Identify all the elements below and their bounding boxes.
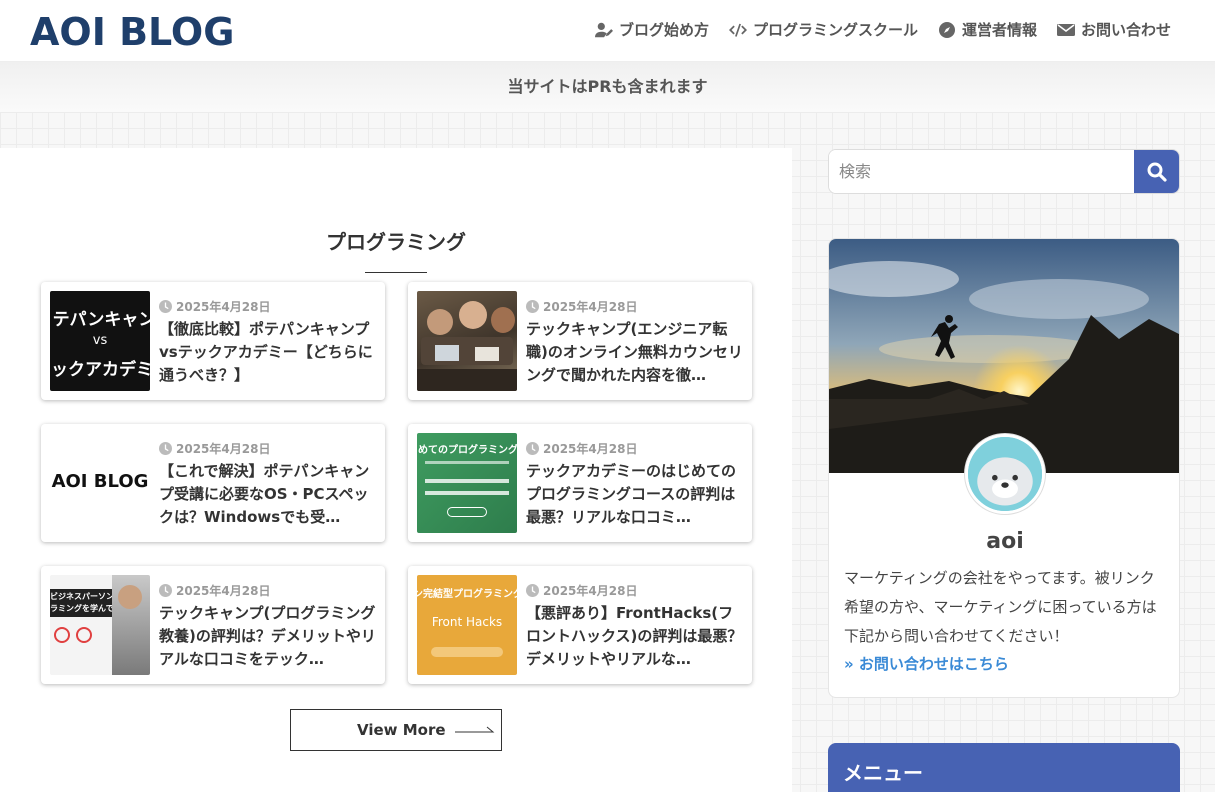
clock-icon bbox=[159, 300, 172, 313]
thumb-text: Front Hacks bbox=[431, 615, 503, 629]
compass-icon bbox=[938, 21, 955, 38]
clock-icon bbox=[159, 442, 172, 455]
article-card[interactable]: 2025年4月28日 テックキャンプ(エンジニア転職)のオンライン無料カウンセリ… bbox=[408, 282, 752, 400]
avatar bbox=[965, 434, 1045, 514]
article-thumbnail: テパンキャン vs ックアカデミ bbox=[50, 291, 150, 391]
title-underline bbox=[365, 272, 427, 273]
article-date: 2025年4月28日 bbox=[159, 298, 270, 315]
search-button[interactable] bbox=[1134, 150, 1179, 193]
article-card[interactable]: めてのプログラミング 2025年4月28日 テックアカデミーのはじめてのプログラ… bbox=[408, 424, 752, 542]
nav-label: ブログ始め方 bbox=[618, 21, 709, 39]
article-thumbnail bbox=[417, 291, 517, 391]
profile-widget: aoi マーケティングの会社をやってます。被リンク希望の方や、マーケティングに困… bbox=[828, 238, 1180, 698]
thumb-text: vs bbox=[92, 333, 108, 348]
article-title[interactable]: 【徹底比較】ポテパンキャンプvsテックアカデミー【どちらに通うべき？】 bbox=[159, 318, 377, 387]
article-title[interactable]: テックキャンプ(エンジニア転職)のオンライン無料カウンセリングで聞かれた内容を徹… bbox=[526, 318, 744, 387]
user-edit-icon bbox=[594, 22, 613, 37]
thumb-text: めてのプログラミング bbox=[418, 445, 517, 456]
article-card[interactable]: ビジネスパーソンは ラミングを学んでいる 2025年4月28日 テックキャンプ(… bbox=[41, 566, 385, 684]
thumb-text: ックアカデミ bbox=[51, 360, 150, 380]
article-title[interactable]: テックアカデミーのはじめてのプログラミングコースの評判は最悪？リアルな口コミ… bbox=[526, 460, 744, 529]
nav-label: プログラミングスクール bbox=[752, 21, 918, 39]
profile-name: aoi bbox=[986, 529, 1024, 554]
article-date: 2025年4月28日 bbox=[526, 582, 637, 599]
clock-icon bbox=[159, 584, 172, 597]
section-title: プログラミング bbox=[326, 230, 466, 254]
search-input[interactable] bbox=[829, 150, 1135, 193]
site-header: AOI BLOG ブログ始め方 プログラミングスクール 運営者情報 お問い合わせ bbox=[0, 0, 1215, 62]
menu-title: メニュー bbox=[843, 761, 923, 785]
search-icon bbox=[1147, 162, 1167, 182]
nav-item-blog-start[interactable]: ブログ始め方 bbox=[594, 19, 709, 40]
arrow-right-icon bbox=[455, 726, 495, 733]
seal-icon bbox=[968, 437, 1042, 511]
pr-notice: 当サイトはPRも含まれます bbox=[0, 62, 1215, 112]
global-nav: ブログ始め方 プログラミングスクール 運営者情報 お問い合わせ bbox=[594, 19, 1171, 40]
clock-icon bbox=[526, 442, 539, 455]
article-title[interactable]: テックキャンプ(プログラミング教養)の評判は？デメリットやリアルな口コミをテック… bbox=[159, 602, 377, 671]
article-thumbnail: ビジネスパーソンは ラミングを学んでいる bbox=[50, 575, 150, 675]
article-date: 2025年4月28日 bbox=[159, 582, 270, 599]
site-logo[interactable]: AOI BLOG bbox=[30, 10, 234, 54]
contact-link[interactable]: » お問い合わせはこちら bbox=[844, 653, 1009, 674]
envelope-icon bbox=[1056, 23, 1075, 36]
nav-label: お問い合わせ bbox=[1080, 21, 1171, 39]
thumb-text: AOI BLOG bbox=[51, 471, 149, 492]
thumb-text: ン完結型プログラミング bbox=[417, 589, 517, 600]
article-date: 2025年4月28日 bbox=[526, 440, 637, 457]
profile-description: マーケティングの会社をやってます。被リンク希望の方や、マーケティングに困っている… bbox=[844, 569, 1157, 645]
article-title[interactable]: 【これで解決】ポテパンキャンプ受講に必要なOS・PCスペックは？Windowsで… bbox=[159, 460, 377, 529]
main-content: プログラミング テパンキャン vs ックアカデミ 2025年4月28日 【徹底比… bbox=[0, 148, 792, 792]
menu-widget: メニュー bbox=[828, 743, 1180, 792]
thumb-text: テパンキャン bbox=[52, 310, 150, 330]
clock-icon bbox=[526, 300, 539, 313]
article-date: 2025年4月28日 bbox=[159, 440, 270, 457]
article-card[interactable]: テパンキャン vs ックアカデミ 2025年4月28日 【徹底比較】ポテパンキャ… bbox=[41, 282, 385, 400]
article-thumbnail: ン完結型プログラミング Front Hacks bbox=[417, 575, 517, 675]
article-card[interactable]: ン完結型プログラミング Front Hacks 2025年4月28日 【悪評あり… bbox=[408, 566, 752, 684]
view-more-button[interactable]: View More bbox=[290, 709, 502, 751]
article-card[interactable]: AOI BLOG 2025年4月28日 【これで解決】ポテパンキャンプ受講に必要… bbox=[41, 424, 385, 542]
nav-item-contact[interactable]: お問い合わせ bbox=[1056, 19, 1171, 40]
search-form bbox=[828, 149, 1180, 194]
article-title[interactable]: 【悪評あり】FrontHacks(フロントハックス)の評判は最悪？デメリットやリ… bbox=[526, 602, 744, 671]
code-icon bbox=[728, 23, 747, 37]
article-thumbnail: めてのプログラミング bbox=[417, 433, 517, 533]
nav-item-about[interactable]: 運営者情報 bbox=[938, 19, 1037, 40]
article-thumbnail: AOI BLOG bbox=[50, 433, 150, 533]
article-date: 2025年4月28日 bbox=[526, 298, 637, 315]
nav-label: 運営者情報 bbox=[961, 21, 1037, 39]
nav-item-programming-school[interactable]: プログラミングスクール bbox=[728, 19, 918, 40]
clock-icon bbox=[526, 584, 539, 597]
